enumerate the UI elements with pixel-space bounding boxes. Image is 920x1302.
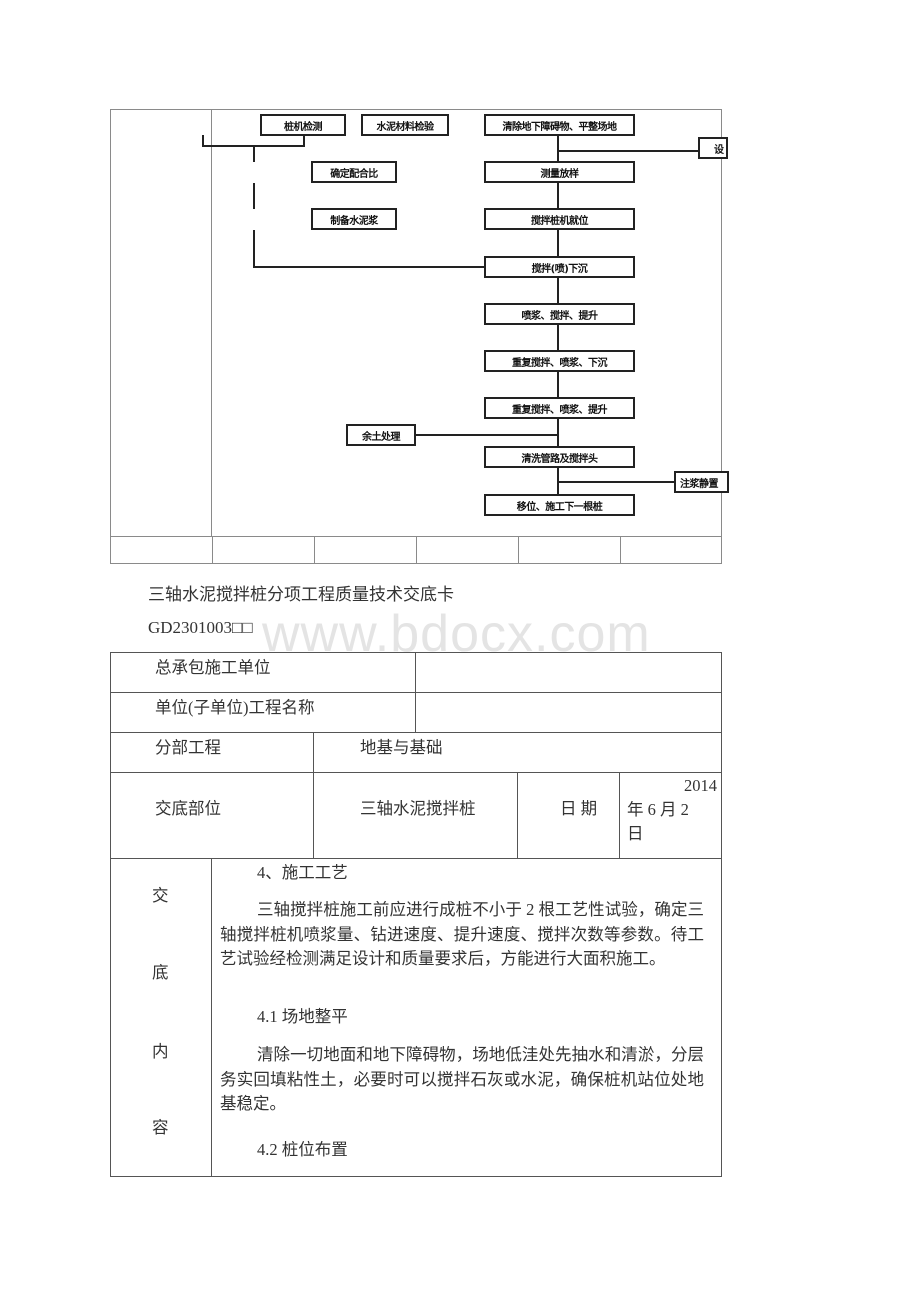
date-day-suffix: 日 <box>627 824 644 843</box>
section-4-heading: 4、施工工艺 <box>257 863 348 882</box>
flow-box-repeat-mix-sink: 重复搅拌、喷浆、下沉 <box>484 350 635 372</box>
table-col-divider <box>620 536 621 564</box>
location-label: 交底部位 <box>155 799 221 818</box>
row-divider <box>110 858 722 859</box>
connector <box>557 136 559 162</box>
document-title: 三轴水泥搅拌桩分项工程质量技术交底卡 <box>148 585 454 604</box>
flow-box-cement-material-check: 水泥材料检验 <box>361 114 449 136</box>
section-4-1-paragraph: 清除一切地面和地下障碍物，场地低洼处先抽水和清淤，分层务实回填粘性土，必要时可以… <box>220 1045 704 1113</box>
content-label-char: 底 <box>152 963 169 982</box>
connector <box>557 419 559 447</box>
flow-box-move-next: 移位、施工下一根桩 <box>484 494 635 516</box>
connector <box>557 481 675 483</box>
connector <box>253 183 255 209</box>
flow-box-machine-in-place: 搅拌桩机就位 <box>484 208 635 230</box>
connector <box>253 266 485 268</box>
col-divider <box>619 772 620 858</box>
table-col-divider <box>416 536 417 564</box>
table-col-divider <box>212 536 213 564</box>
sub-project-label: 分部工程 <box>155 738 221 757</box>
col-divider <box>517 772 518 858</box>
flow-box-spray-mix-lift: 喷浆、搅拌、提升 <box>484 303 635 325</box>
project-name-label: 单位(子单位)工程名称 <box>155 698 315 717</box>
section-4-2-heading: 4.2 桩位布置 <box>257 1140 348 1159</box>
col-divider <box>415 652 416 732</box>
row-divider <box>110 732 722 733</box>
flow-box-side-right-top: 设 <box>698 137 728 159</box>
flow-box-clean-pipes: 清洗管路及搅拌头 <box>484 446 635 468</box>
flow-box-repeat-mix-lift: 重复搅拌、喷浆、提升 <box>484 397 635 419</box>
connector <box>557 325 559 351</box>
connector <box>557 183 559 209</box>
connector <box>557 278 559 304</box>
flowchart-table: 桩机检测 水泥材料检验 清除地下障碍物、平整场地 设 确定配合比 测量放样 制备… <box>110 109 729 564</box>
flow-box-survey-layout: 测量放样 <box>484 161 635 183</box>
content-label-char: 交 <box>152 886 169 905</box>
flow-box-mix-ratio: 确定配合比 <box>311 161 397 183</box>
document-code: GD2301003□□ <box>148 618 253 637</box>
general-contractor-label: 总承包施工单位 <box>155 658 271 677</box>
date-month-day: 年 6 月 2 <box>627 800 689 819</box>
row-divider <box>110 772 722 773</box>
date-label: 日 期 <box>560 799 598 818</box>
content-label-char: 内 <box>152 1042 169 1061</box>
connector <box>253 230 255 267</box>
table-col-divider <box>314 536 315 564</box>
connector <box>557 150 699 152</box>
connector <box>416 434 558 436</box>
section-4-1-heading: 4.1 场地整平 <box>257 1007 348 1026</box>
sub-project-value: 地基与基础 <box>360 738 443 757</box>
flow-box-prepare-slurry: 制备水泥浆 <box>311 208 397 230</box>
connector <box>557 230 559 256</box>
table-right-border <box>721 109 722 564</box>
col-divider <box>211 858 212 1177</box>
col-divider <box>313 732 314 858</box>
connector <box>557 372 559 398</box>
flow-box-mix-sink: 搅拌(喷)下沉 <box>484 256 635 278</box>
content-label-char: 容 <box>152 1118 169 1137</box>
location-value: 三轴水泥搅拌桩 <box>360 799 476 818</box>
disclosure-form-table: 总承包施工单位 单位(子单位)工程名称 分部工程 地基与基础 交底部位 三轴水泥… <box>110 652 722 1177</box>
flow-box-side-right-bottom: 注浆静置 <box>674 471 729 493</box>
table-col-divider <box>518 536 519 564</box>
section-4-paragraph: 三轴搅拌桩施工前应进行成桩不小于 2 根工艺性试验，确定三轴搅拌桩机喷浆量、钻进… <box>220 900 704 968</box>
flow-box-pile-machine-check: 桩机检测 <box>260 114 346 136</box>
flow-box-clear-obstacles: 清除地下障碍物、平整场地 <box>484 114 635 136</box>
flow-box-spoil-disposal: 余土处理 <box>346 424 416 446</box>
row-divider <box>110 692 722 693</box>
table-cell-label <box>110 109 212 536</box>
connector <box>253 145 255 162</box>
date-year: 2014 <box>684 776 717 795</box>
